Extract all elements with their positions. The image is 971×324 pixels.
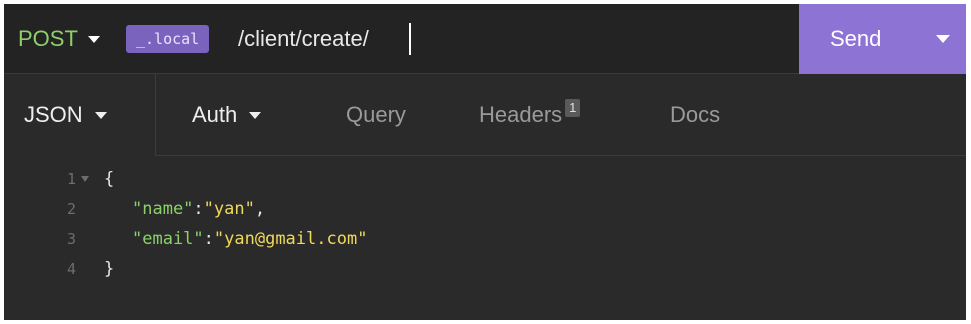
json-colon: : (193, 199, 204, 219)
tab-auth-label: Auth (192, 102, 238, 127)
json-close-brace: } (104, 259, 115, 279)
tab-auth[interactable]: Auth (192, 74, 262, 156)
body-type-dropdown[interactable]: JSON (4, 74, 156, 156)
url-input[interactable] (238, 18, 798, 60)
line-number: 2 (66, 200, 76, 218)
code-text: "email":"yan@gmail.com" (132, 229, 367, 249)
method-dropdown[interactable]: POST (18, 4, 100, 74)
line-number: 3 (66, 230, 76, 248)
body-type-label: JSON (24, 102, 83, 127)
tab-headers[interactable]: Headers 1 (479, 74, 581, 156)
send-button[interactable]: Send (830, 26, 881, 52)
line-number: 4 (66, 260, 76, 278)
json-body-editor[interactable]: 1 { 2 "name":"yan", 3 "email":"yan@gmail… (4, 156, 966, 320)
send-button-group: Send (799, 4, 966, 74)
send-options-chevron-down-icon[interactable] (936, 35, 950, 43)
chevron-down-icon (249, 111, 262, 119)
text-cursor (409, 23, 411, 55)
tab-docs[interactable]: Docs (670, 74, 720, 156)
tab-docs-label: Docs (670, 102, 721, 127)
json-key: "email" (132, 229, 204, 249)
request-tabs: JSON Auth Query Headers 1 Docs (4, 74, 966, 156)
json-open-brace: { (104, 169, 115, 189)
headers-count-badge: 1 (565, 99, 581, 117)
line-number: 1 (66, 170, 76, 188)
tab-headers-label: Headers (479, 102, 563, 127)
json-value: "yan@gmail.com" (213, 229, 368, 249)
chevron-down-icon (94, 111, 107, 119)
request-panel: POST _.local Send JSON Auth Query Header… (4, 4, 966, 320)
json-comma: , (254, 199, 266, 219)
chevron-down-icon (87, 35, 100, 43)
tab-query[interactable]: Query (346, 74, 406, 156)
json-key: "name" (132, 199, 194, 219)
url-bar: POST _.local Send (4, 4, 966, 74)
code-text: } (104, 259, 114, 279)
fold-caret-icon[interactable] (81, 176, 89, 182)
tab-strip: Auth Query Headers 1 Docs (156, 74, 966, 156)
code-text: { (104, 169, 114, 189)
json-value: "yan" (203, 199, 255, 219)
method-label: POST (18, 26, 78, 51)
tab-query-label: Query (346, 102, 406, 127)
environment-variable-tag[interactable]: _.local (126, 25, 210, 53)
code-text: "name":"yan", (132, 199, 265, 219)
json-colon: : (203, 229, 214, 249)
